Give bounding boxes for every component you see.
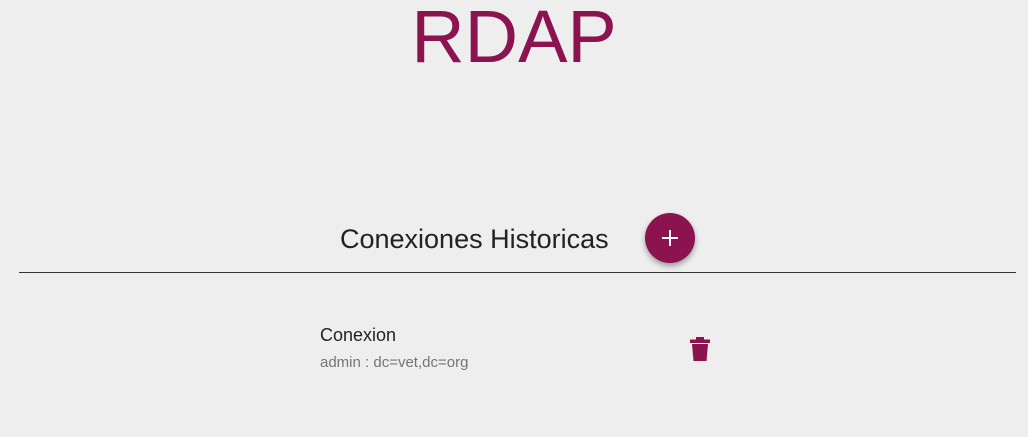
app-title: RDAP (411, 0, 617, 78)
section-divider (19, 272, 1016, 273)
delete-connection-button[interactable] (688, 335, 712, 363)
connection-list-item[interactable]: Conexion admin : dc=vet,dc=org (320, 322, 720, 378)
page: RDAP Conexiones Historicas Conexion admi… (0, 0, 1028, 437)
section-title: Conexiones Historicas (340, 224, 609, 254)
connection-title: Conexion (320, 325, 397, 345)
connection-subtitle: admin : dc=vet,dc=org (320, 354, 469, 371)
add-connection-button[interactable] (645, 213, 695, 263)
section-header: Conexiones Historicas (0, 213, 1028, 265)
plus-icon (662, 230, 678, 246)
trash-icon (690, 337, 710, 361)
